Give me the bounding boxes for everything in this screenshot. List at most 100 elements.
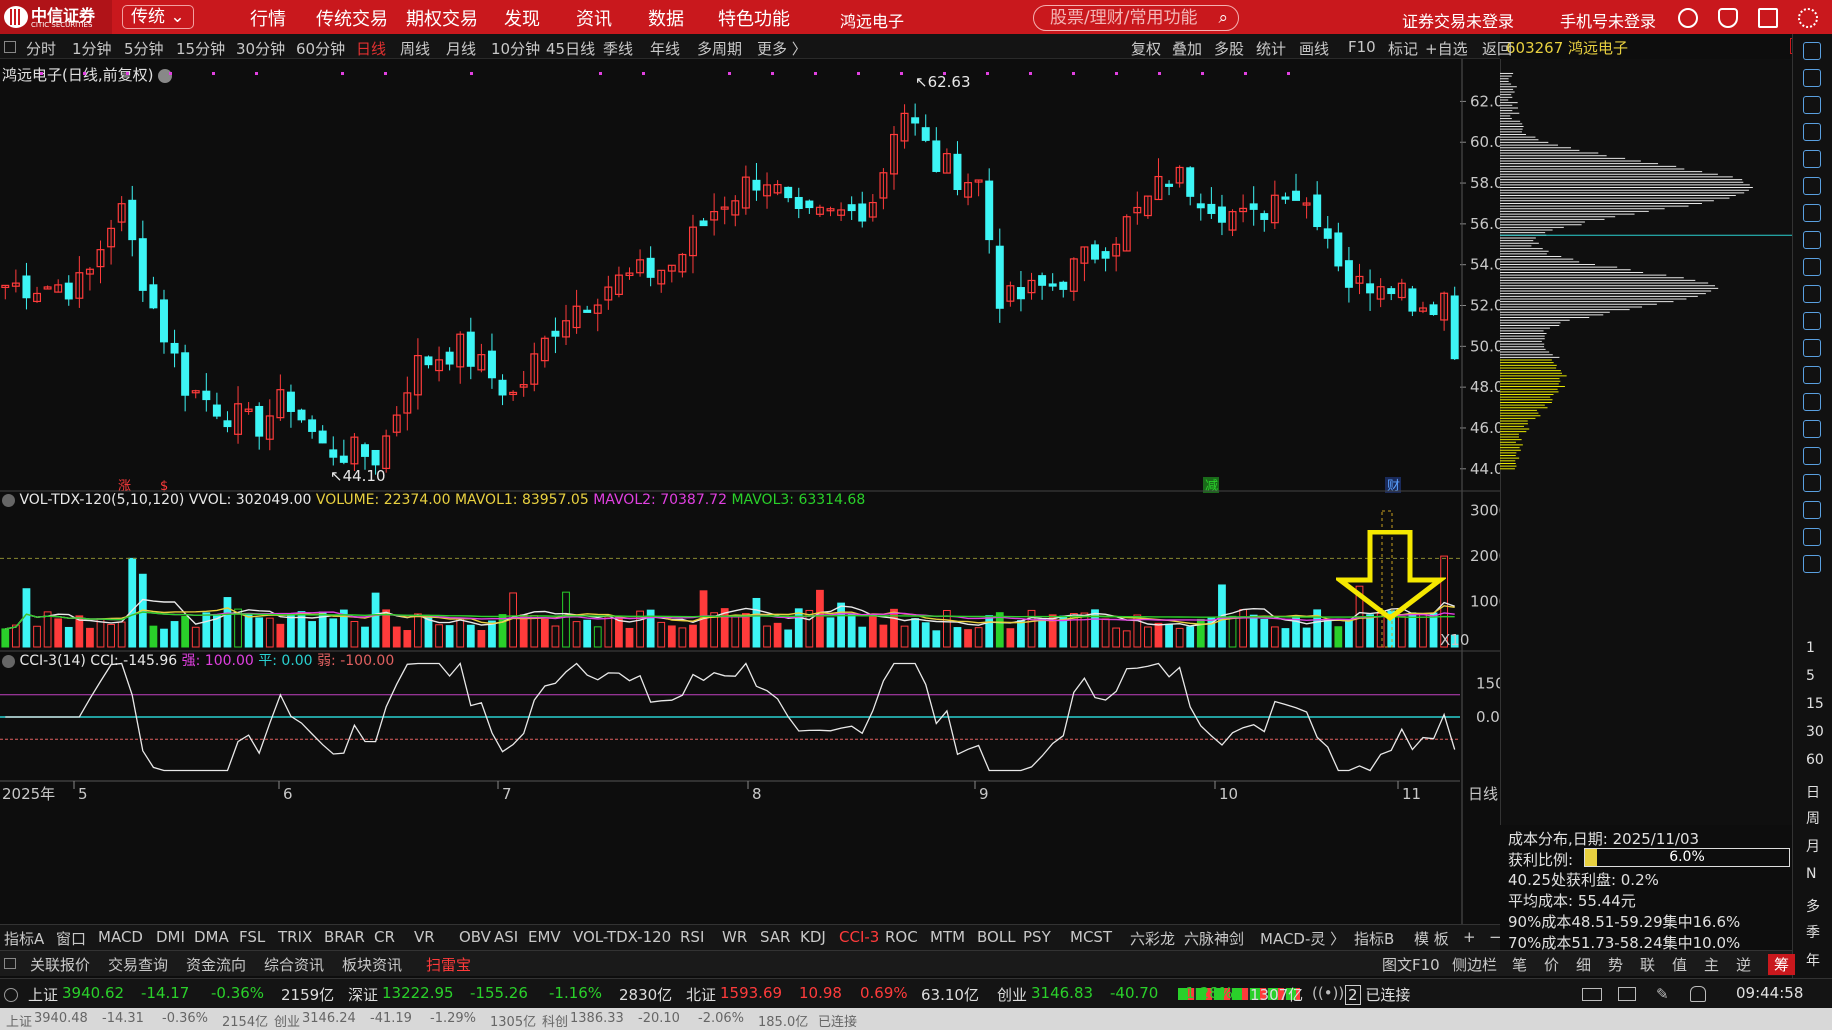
period-1[interactable]: 1分钟 xyxy=(72,38,112,59)
tab-2[interactable]: 资金流向 xyxy=(186,954,246,975)
period-11[interactable]: 季线 xyxy=(603,38,633,59)
indicator-21[interactable]: BOLL xyxy=(977,928,1016,946)
panel-toggle-icon[interactable] xyxy=(4,41,16,53)
indicator-24[interactable]: 六彩龙 xyxy=(1130,928,1175,949)
indicator-25[interactable]: 六脉神剑 xyxy=(1184,928,1244,949)
indicator-2[interactable]: MACD xyxy=(98,928,143,946)
currency-icon[interactable] xyxy=(1678,8,1698,28)
indicator-28[interactable]: 模 板 xyxy=(1414,928,1449,949)
nav-trading[interactable]: 传统交易 xyxy=(316,5,388,31)
side-tool-icon-17[interactable] xyxy=(1803,501,1821,519)
side-tool-icon-5[interactable] xyxy=(1803,177,1821,195)
period-10[interactable]: 45日线 xyxy=(546,38,595,59)
indicator-3[interactable]: DMI xyxy=(156,928,185,946)
period-7[interactable]: 周线 xyxy=(400,38,430,59)
tool-6[interactable]: 标记 xyxy=(1388,38,1418,59)
indicator-15[interactable]: WR xyxy=(722,928,747,946)
headset-icon[interactable] xyxy=(1718,8,1738,28)
keyboard-icon[interactable] xyxy=(1582,988,1602,1001)
indicator-1[interactable]: 窗口 xyxy=(56,928,86,949)
tool-2[interactable]: 多股 xyxy=(1214,38,1244,59)
period-3[interactable]: 15分钟 xyxy=(176,38,225,59)
period-5[interactable]: 60分钟 xyxy=(296,38,345,59)
phone-login-status[interactable]: 手机号未登录 xyxy=(1560,8,1656,32)
indicator-14[interactable]: RSI xyxy=(680,928,704,946)
side-tool-icon-7[interactable] xyxy=(1803,231,1821,249)
tab-sidebar[interactable]: 侧边栏 xyxy=(1452,954,1497,975)
indicator-23[interactable]: MCST xyxy=(1070,928,1112,946)
side-period-9[interactable]: 多 xyxy=(1806,896,1820,916)
side-tool-icon-9[interactable] xyxy=(1803,285,1821,303)
rpanel-tab-4[interactable]: 联 xyxy=(1640,954,1655,975)
side-tool-icon-4[interactable] xyxy=(1803,150,1821,168)
side-tool-icon-0[interactable] xyxy=(1803,42,1821,60)
rpanel-tab-2[interactable]: 细 xyxy=(1576,954,1591,975)
rpanel-tab-0[interactable]: 笔 xyxy=(1512,954,1527,975)
monitor-icon[interactable] xyxy=(1618,987,1636,1001)
side-tool-icon-2[interactable] xyxy=(1803,96,1821,114)
collapse-icon[interactable] xyxy=(2,654,15,668)
period-9[interactable]: 10分钟 xyxy=(491,38,540,59)
side-period-5[interactable]: 日 xyxy=(1806,782,1820,802)
tool-0[interactable]: 复权 xyxy=(1131,38,1161,59)
rpanel-tab-6[interactable]: 主 xyxy=(1704,954,1719,975)
indicator-6[interactable]: TRIX xyxy=(278,928,312,946)
rpanel-tab-8[interactable]: 筹 xyxy=(1768,954,1796,975)
side-period-0[interactable]: 1 xyxy=(1806,640,1815,656)
nav-discover[interactable]: 发现 xyxy=(504,5,540,31)
side-period-8[interactable]: N xyxy=(1806,866,1816,882)
tool-4[interactable]: 画线 xyxy=(1299,38,1329,59)
pen-icon[interactable]: ✎ xyxy=(1656,985,1669,1003)
side-period-4[interactable]: 60 xyxy=(1806,752,1824,768)
nav-options[interactable]: 期权交易 xyxy=(406,5,478,31)
side-tool-icon-11[interactable] xyxy=(1803,339,1821,357)
period-4[interactable]: 30分钟 xyxy=(236,38,285,59)
nav-data[interactable]: 数据 xyxy=(648,5,684,31)
side-tool-icon-18[interactable] xyxy=(1803,528,1821,546)
indicator-7[interactable]: BRAR xyxy=(324,928,365,946)
indicator-18[interactable]: CCI-3 xyxy=(839,928,879,946)
document-icon[interactable] xyxy=(1758,8,1778,28)
tab-5[interactable]: 扫雷宝 xyxy=(426,954,471,975)
indicator-30[interactable]: − xyxy=(1489,928,1502,946)
indicator-17[interactable]: KDJ xyxy=(800,928,826,946)
tab-f10[interactable]: 图文F10 xyxy=(1382,954,1440,975)
indicator-22[interactable]: PSY xyxy=(1023,928,1051,946)
rpanel-tab-1[interactable]: 价 xyxy=(1544,954,1559,975)
nav-features[interactable]: 特色功能 xyxy=(718,5,790,31)
indicator-29[interactable]: + xyxy=(1463,928,1476,946)
tab-0[interactable]: 关联报价 xyxy=(30,954,90,975)
side-tool-icon-15[interactable] xyxy=(1803,447,1821,465)
side-tool-icon-12[interactable] xyxy=(1803,366,1821,384)
period-0[interactable]: 分时 xyxy=(26,38,56,59)
nav-news[interactable]: 资讯 xyxy=(576,5,612,31)
tab-4[interactable]: 板块资讯 xyxy=(342,954,402,975)
period-14[interactable]: 更多 〉 xyxy=(757,38,807,59)
tab-3[interactable]: 综合资讯 xyxy=(264,954,324,975)
nav-quotes[interactable]: 行情 xyxy=(250,5,286,31)
tool-1[interactable]: 叠加 xyxy=(1172,38,1202,59)
indicator-12[interactable]: EMV xyxy=(528,928,561,946)
period-12[interactable]: 年线 xyxy=(650,38,680,59)
period-8[interactable]: 月线 xyxy=(446,38,476,59)
side-tool-icon-16[interactable] xyxy=(1803,474,1821,492)
side-tool-icon-6[interactable] xyxy=(1803,204,1821,222)
side-tool-icon-13[interactable] xyxy=(1803,393,1821,411)
rpanel-tab-5[interactable]: 值 xyxy=(1672,954,1687,975)
mode-dropdown[interactable]: 传统 ⌄ xyxy=(122,5,194,29)
period-2[interactable]: 5分钟 xyxy=(124,38,164,59)
side-period-7[interactable]: 月 xyxy=(1806,836,1820,856)
side-tool-icon-8[interactable] xyxy=(1803,258,1821,276)
search-input[interactable]: 股票/理财/常用功能 ⌕ xyxy=(1033,5,1239,31)
rpanel-tab-7[interactable]: 逆 xyxy=(1736,954,1751,975)
tool-3[interactable]: 统计 xyxy=(1256,38,1286,59)
indicator-10[interactable]: OBV xyxy=(459,928,491,946)
indicator-4[interactable]: DMA xyxy=(194,928,229,946)
indicator-26[interactable]: MACD-灵 〉 xyxy=(1260,928,1345,949)
tool-7[interactable]: +自选 xyxy=(1425,38,1468,59)
gear-icon[interactable] xyxy=(1798,8,1818,28)
tool-8[interactable]: 返回 xyxy=(1482,38,1512,59)
bell-icon[interactable] xyxy=(1690,986,1706,1002)
indicator-8[interactable]: CR xyxy=(374,928,395,946)
side-period-1[interactable]: 5 xyxy=(1806,668,1815,684)
